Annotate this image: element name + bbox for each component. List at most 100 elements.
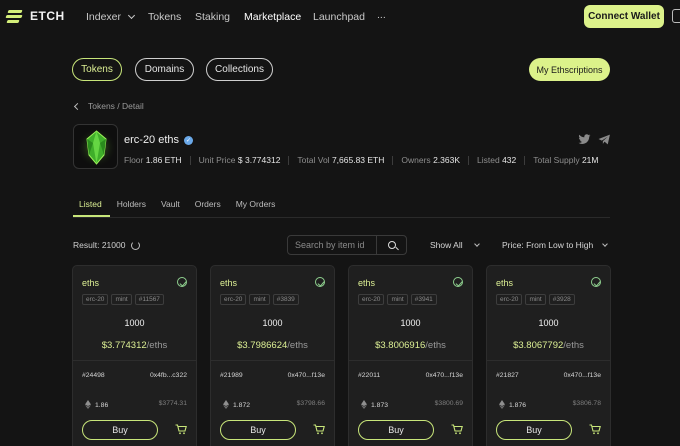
nav-marketplace[interactable]: Marketplace	[244, 11, 301, 23]
inscription-number: #24498	[82, 372, 105, 379]
search-box	[287, 235, 407, 255]
stat-total-vol: Total Vol 7,665.83 ETH	[297, 155, 385, 165]
price-value: $3.7986624	[237, 340, 288, 351]
listing-card[interactable]: eths erc-20 mint #11567 1000 $3.774312/eths #2…	[72, 265, 197, 446]
ethereum-icon	[223, 400, 229, 409]
telegram-icon[interactable]	[598, 134, 611, 145]
tab-my-orders[interactable]: My Orders	[236, 199, 276, 209]
menu-icon[interactable]	[672, 9, 680, 23]
owner-address[interactable]: 0x470...f13e	[426, 372, 463, 379]
pill-collections[interactable]: Collections	[206, 58, 273, 81]
cart-icon[interactable]	[451, 424, 463, 435]
nav-tokens[interactable]: Tokens	[148, 11, 181, 23]
breadcrumb[interactable]: Tokens / Detail	[73, 101, 144, 111]
eth-price: 1.872	[233, 402, 251, 409]
sort-dropdown[interactable]: Price: From Low to High	[502, 240, 609, 250]
tag: mint	[387, 294, 408, 305]
price-value: $3.8067792	[513, 340, 564, 351]
price-unit: /eths	[563, 340, 584, 351]
cart-icon[interactable]	[175, 424, 187, 435]
price-unit: /eths	[287, 340, 308, 351]
cart-icon[interactable]	[589, 424, 601, 435]
result-count: Result: 21000	[73, 240, 141, 250]
crystal-icon	[76, 127, 117, 168]
card-divider	[211, 360, 334, 361]
card-divider	[73, 360, 196, 361]
result-text: Result: 21000	[73, 240, 126, 250]
buy-button[interactable]: Buy	[220, 420, 296, 440]
pill-tokens[interactable]: Tokens	[72, 58, 122, 81]
card-price: $3.8067792/eths	[487, 340, 610, 351]
token-stats: Floor 1.86 ETH Unit Price $ 3.774312 Tot…	[124, 155, 599, 165]
card-title: eths	[496, 278, 514, 288]
ethereum-icon	[361, 400, 367, 409]
owner-address[interactable]: 0x470...f13e	[564, 372, 601, 379]
stat-total-supply: Total Supply 21M	[533, 155, 599, 165]
search-icon	[388, 241, 396, 249]
chevron-down-icon	[473, 241, 480, 247]
card-price: $3.8006916/eths	[349, 340, 472, 351]
listing-card[interactable]: eths erc-20 mint #3928 1000 $3.8067792/eths #2…	[486, 265, 611, 446]
tag: erc-20	[82, 294, 109, 305]
owner-address[interactable]: 0x470...f13e	[288, 372, 325, 379]
pill-domains[interactable]: Domains	[135, 58, 194, 81]
detail-tabs: Listed Holders Vault Orders My Orders	[73, 199, 290, 209]
card-divider	[487, 360, 610, 361]
check-circle-icon	[591, 277, 601, 287]
tab-vault[interactable]: Vault	[161, 199, 180, 209]
show-filter-dropdown[interactable]: Show All	[430, 240, 480, 250]
tag: #3839	[272, 294, 299, 305]
stat-listed: Listed 432	[477, 155, 517, 165]
top-nav: ETCH Indexer Tokens Staking Marketplace …	[0, 0, 680, 34]
nav-staking[interactable]: Staking	[195, 11, 230, 23]
card-amount: 1000	[538, 318, 559, 328]
price-value: $3.774312	[101, 340, 147, 351]
usd-price: $3774.31	[158, 400, 187, 407]
check-circle-icon	[453, 277, 463, 287]
nav-indexer[interactable]: Indexer	[86, 11, 135, 23]
nav-more[interactable]: ...	[377, 9, 386, 21]
tag: #11567	[134, 294, 164, 305]
verified-icon: ✓	[184, 135, 194, 145]
card-divider	[349, 360, 472, 361]
card-amount: 1000	[124, 318, 145, 328]
tag: mint	[525, 294, 546, 305]
check-circle-icon	[177, 277, 187, 287]
nav-launchpad[interactable]: Launchpad	[313, 11, 365, 23]
listing-card[interactable]: eths erc-20 mint #3839 1000 $3.7986624/eths #2…	[210, 265, 335, 446]
search-button[interactable]	[376, 236, 407, 254]
card-tags: erc-20 mint #11567	[82, 294, 164, 305]
listing-card[interactable]: eths erc-20 mint #3941 1000 $3.8006916/eths #2…	[348, 265, 473, 446]
logo-text: ETCH	[30, 9, 65, 23]
connect-wallet-button[interactable]: Connect Wallet	[584, 5, 664, 28]
inscription-number: #21827	[496, 372, 519, 379]
usd-price: $3798.66	[296, 400, 325, 407]
tag: #3928	[548, 294, 575, 305]
chevron-left-icon	[73, 102, 82, 110]
tab-holders[interactable]: Holders	[117, 199, 146, 209]
token-name-text: erc-20 eths	[124, 134, 180, 146]
buy-button[interactable]: Buy	[496, 420, 572, 440]
my-ethscriptions-button[interactable]: My Ethscriptions	[529, 58, 610, 81]
eth-price: 1.873	[371, 402, 389, 409]
stat-floor: Floor 1.86 ETH	[124, 155, 182, 165]
tab-orders[interactable]: Orders	[195, 199, 221, 209]
twitter-icon[interactable]	[578, 134, 591, 145]
inscription-number: #21989	[220, 372, 243, 379]
search-input[interactable]	[288, 236, 376, 254]
card-amount: 1000	[262, 318, 283, 328]
ethereum-icon	[499, 400, 505, 409]
owner-address[interactable]: 0x4fb...c322	[150, 372, 187, 379]
chevron-down-icon	[602, 241, 609, 247]
stat-unit-price: Unit Price $ 3.774312	[198, 155, 281, 165]
buy-button[interactable]: Buy	[358, 420, 434, 440]
ethereum-icon	[85, 400, 91, 409]
tab-listed[interactable]: Listed	[79, 199, 102, 209]
refresh-icon[interactable]	[131, 240, 141, 250]
etch-logo-icon	[5, 9, 24, 23]
logo[interactable]: ETCH	[5, 9, 65, 23]
cart-icon[interactable]	[313, 424, 325, 435]
check-circle-icon	[315, 277, 325, 287]
buy-button[interactable]: Buy	[82, 420, 158, 440]
token-name: erc-20 eths ✓	[124, 134, 194, 146]
